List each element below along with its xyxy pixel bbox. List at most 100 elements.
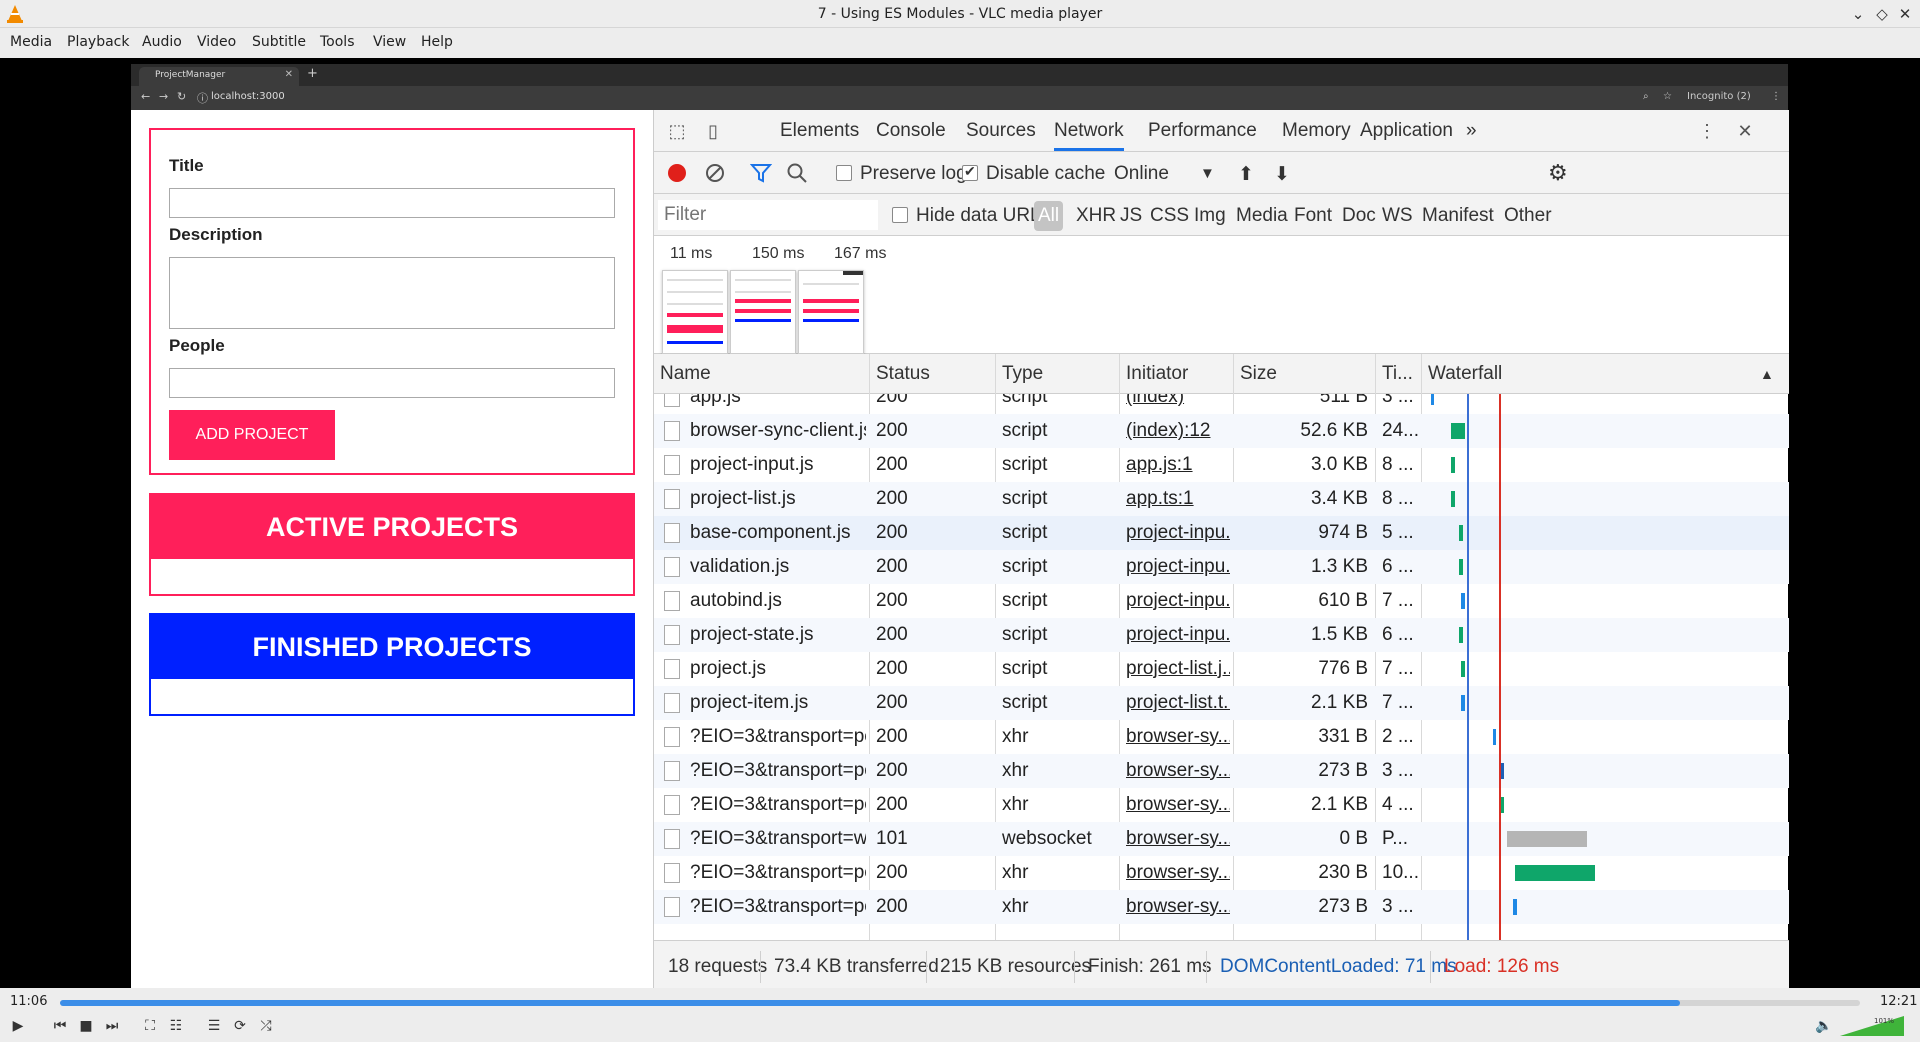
cell-name[interactable]: ?EIO=3&transport=poll... (690, 862, 866, 884)
loop-icon[interactable]: ⟳ (228, 1014, 252, 1038)
settings-gear-icon[interactable]: ⚙ (1548, 160, 1568, 186)
table-row[interactable]: app.js 200 script (index) 511 B 3 ... (654, 394, 1789, 414)
filter-type-xhr[interactable]: XHR (1076, 205, 1116, 227)
cell-initiator[interactable]: browser-sy... (1126, 896, 1230, 918)
column-status[interactable]: Status (876, 363, 930, 385)
screenshot-thumbnail[interactable] (730, 270, 796, 354)
column-name[interactable]: Name (660, 363, 711, 385)
filter-type-img[interactable]: Img (1194, 205, 1226, 227)
table-row[interactable]: ?EIO=3&transport=poll... 200 xhr browser-sy… (654, 788, 1789, 822)
menu-media[interactable]: Media (10, 34, 52, 50)
filter-type-media[interactable]: Media (1236, 205, 1288, 227)
cell-name[interactable]: project-list.js (690, 488, 866, 510)
column-time[interactable]: Ti... (1382, 363, 1413, 385)
cell-name[interactable]: app.js (690, 394, 866, 408)
tab-application[interactable]: Application (1360, 120, 1453, 142)
cell-name[interactable]: ?EIO=3&transport=poll... (690, 760, 866, 782)
cell-name[interactable]: ?EIO=3&transport=we... (690, 828, 866, 850)
reload-icon[interactable]: ↻ (177, 90, 186, 103)
cell-initiator[interactable]: project-inpu... (1126, 556, 1230, 578)
minimize-icon[interactable]: ⌄ (1847, 3, 1869, 25)
tab-sources[interactable]: Sources (966, 120, 1036, 142)
back-icon[interactable]: ← (141, 90, 150, 103)
menu-subtitle[interactable]: Subtitle (252, 34, 306, 50)
forward-icon[interactable]: → (159, 90, 168, 103)
table-row[interactable]: project-input.js 200 script app.js:1 3.0 KB 8… (654, 448, 1789, 482)
clear-icon[interactable] (704, 162, 726, 184)
column-waterfall[interactable]: Waterfall (1428, 363, 1502, 385)
search-icon[interactable] (786, 162, 808, 184)
filter-type-all[interactable]: All (1034, 201, 1064, 231)
tab-elements[interactable]: Elements (780, 120, 859, 142)
cell-initiator[interactable]: browser-sy... (1126, 794, 1230, 816)
cell-name[interactable]: base-component.js (690, 522, 866, 544)
table-row[interactable]: ?EIO=3&transport=poll... 200 xhr browser-sy… (654, 890, 1789, 924)
cell-initiator[interactable]: app.js:1 (1126, 454, 1230, 476)
new-tab-icon[interactable]: + (307, 66, 318, 81)
menu-video[interactable]: Video (197, 34, 236, 50)
cell-name[interactable]: ?EIO=3&transport=poll... (690, 896, 866, 918)
extended-settings-icon[interactable]: ☷ (164, 1014, 188, 1038)
description-textarea[interactable] (169, 257, 615, 329)
add-project-button[interactable]: ADD PROJECT (169, 410, 335, 460)
chevron-down-icon[interactable]: ▼ (1200, 165, 1215, 182)
import-har-icon[interactable]: ⬆ (1238, 163, 1254, 186)
filter-type-manifest[interactable]: Manifest (1422, 205, 1494, 227)
cell-initiator[interactable]: app.ts:1 (1126, 488, 1230, 510)
screenshot-thumbnail[interactable] (662, 270, 728, 354)
previous-icon[interactable]: ⏮ (48, 1014, 72, 1038)
screenshot-thumbnail[interactable] (798, 270, 864, 354)
volume-slider[interactable]: 101% (1838, 1014, 1908, 1038)
devtools-menu-icon[interactable]: ⋮ (1694, 118, 1720, 144)
cell-initiator[interactable]: browser-sy... (1126, 828, 1230, 850)
filter-type-ws[interactable]: WS (1382, 205, 1413, 227)
column-type[interactable]: Type (1002, 363, 1043, 385)
throttle-select[interactable]: Online (1114, 163, 1169, 185)
filter-type-doc[interactable]: Doc (1342, 205, 1376, 227)
tab-console[interactable]: Console (876, 120, 946, 142)
cell-name[interactable]: project-item.js (690, 692, 866, 714)
shuffle-icon[interactable]: ⤮ (254, 1014, 278, 1038)
table-row[interactable]: autobind.js 200 script project-inpu... 610 B… (654, 584, 1789, 618)
export-har-icon[interactable]: ⬇ (1274, 163, 1290, 186)
disable-cache-checkbox[interactable] (962, 163, 978, 181)
more-tabs-icon[interactable]: » (1466, 120, 1477, 142)
cell-initiator[interactable]: project-list.t... (1126, 692, 1230, 714)
column-initiator[interactable]: Initiator (1126, 363, 1188, 385)
hide-data-urls-checkbox[interactable] (892, 207, 908, 223)
table-row[interactable]: project.js 200 script project-list.j... 776 … (654, 652, 1789, 686)
playlist-icon[interactable]: ☰ (202, 1014, 226, 1038)
sort-ascending-icon[interactable]: ▲ (1760, 366, 1774, 382)
table-row[interactable]: validation.js 200 script project-inpu... 1.3… (654, 550, 1789, 584)
tab-performance[interactable]: Performance (1148, 120, 1257, 142)
preserve-log-checkbox[interactable] (836, 165, 852, 181)
title-input[interactable] (169, 188, 615, 218)
cell-initiator[interactable]: project-inpu... (1126, 522, 1230, 544)
next-icon[interactable]: ⏭ (100, 1014, 124, 1038)
table-row[interactable]: ?EIO=3&transport=poll... 200 xhr browser-sy… (654, 856, 1789, 890)
filter-type-other[interactable]: Other (1504, 205, 1552, 227)
filter-icon[interactable] (750, 162, 772, 184)
cell-name[interactable]: project-input.js (690, 454, 866, 476)
stop-icon[interactable]: ■ (74, 1014, 98, 1038)
menu-playback[interactable]: Playback (67, 34, 129, 50)
table-row[interactable]: project-item.js 200 script project-list.t..… (654, 686, 1789, 720)
cell-name[interactable]: validation.js (690, 556, 866, 578)
cell-initiator[interactable]: project-list.j... (1126, 658, 1230, 680)
filter-type-js[interactable]: JS (1120, 205, 1142, 227)
browser-menu-icon[interactable]: ⋮ (1771, 91, 1781, 102)
cell-name[interactable]: project-state.js (690, 624, 866, 646)
profile-label[interactable]: Incognito (2) (1687, 91, 1751, 102)
browser-tab[interactable]: ProjectManager ✕ (139, 67, 299, 86)
filter-type-css[interactable]: CSS (1150, 205, 1189, 227)
column-size[interactable]: Size (1240, 363, 1277, 385)
tab-close-icon[interactable]: ✕ (285, 69, 293, 80)
speaker-icon[interactable]: 🔈 (1812, 1014, 1836, 1038)
cell-name[interactable]: project.js (690, 658, 866, 680)
device-toolbar-icon[interactable]: ▯ (700, 118, 726, 144)
table-row[interactable]: ?EIO=3&transport=we... 101 websocket browse… (654, 822, 1789, 856)
cell-initiator[interactable]: (index):12 (1126, 420, 1230, 442)
menu-help[interactable]: Help (421, 34, 453, 50)
bookmark-star-icon[interactable]: ☆ (1663, 91, 1672, 102)
table-row[interactable]: project-list.js 200 script app.ts:1 3.4 KB 8 … (654, 482, 1789, 516)
